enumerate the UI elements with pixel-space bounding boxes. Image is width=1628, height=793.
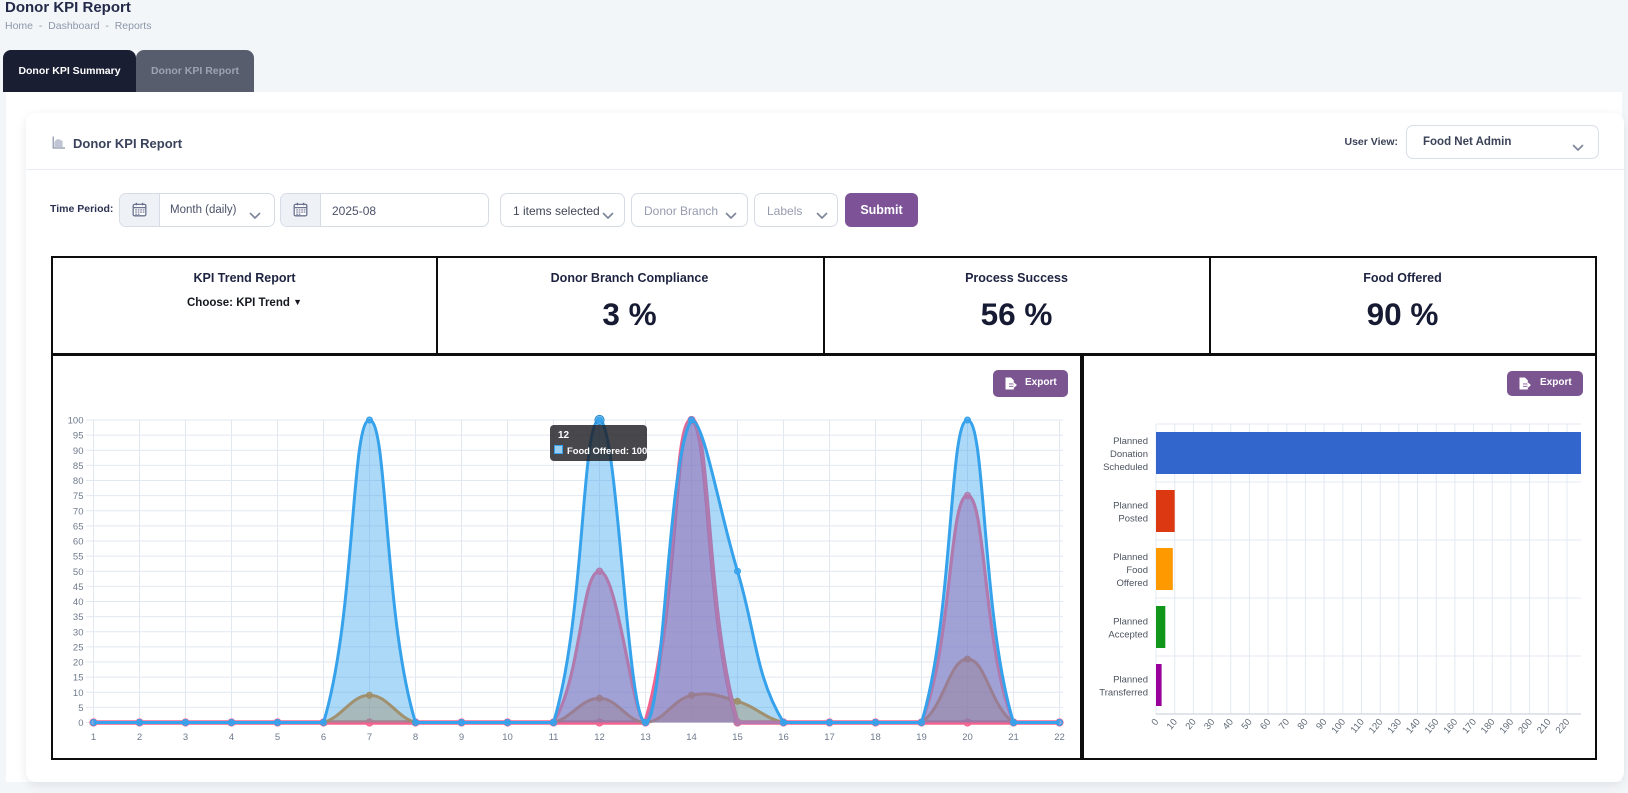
svg-text:12: 12 — [594, 732, 605, 743]
svg-text:30: 30 — [1202, 717, 1217, 732]
svg-text:220: 220 — [1554, 717, 1573, 736]
svg-text:20: 20 — [73, 658, 84, 669]
svg-text:90: 90 — [73, 446, 84, 457]
svg-text:150: 150 — [1423, 717, 1442, 736]
svg-text:80: 80 — [1295, 717, 1310, 732]
svg-text:0: 0 — [78, 718, 83, 729]
svg-text:Planned: Planned — [1113, 500, 1148, 511]
svg-text:13: 13 — [640, 732, 651, 743]
svg-text:45: 45 — [73, 582, 84, 593]
svg-text:18: 18 — [870, 732, 881, 743]
svg-text:9: 9 — [459, 732, 464, 743]
svg-text:8: 8 — [413, 732, 418, 743]
svg-text:14: 14 — [686, 732, 697, 743]
svg-text:95: 95 — [73, 431, 84, 442]
svg-text:75: 75 — [73, 491, 84, 502]
svg-text:1: 1 — [91, 732, 96, 743]
svg-text:60: 60 — [73, 537, 84, 548]
svg-text:Transferred: Transferred — [1099, 687, 1148, 698]
svg-text:50: 50 — [1239, 717, 1254, 732]
svg-text:55: 55 — [73, 552, 84, 563]
svg-text:90: 90 — [1314, 717, 1329, 732]
svg-text:100: 100 — [68, 416, 84, 427]
svg-text:180: 180 — [1479, 717, 1498, 736]
svg-text:Planned: Planned — [1113, 674, 1148, 685]
svg-text:Food: Food — [1126, 565, 1148, 576]
svg-text:35: 35 — [73, 612, 84, 623]
svg-text:7: 7 — [367, 732, 372, 743]
svg-text:16: 16 — [778, 732, 789, 743]
svg-text:3: 3 — [183, 732, 188, 743]
svg-text:6: 6 — [321, 732, 326, 743]
svg-text:4: 4 — [229, 732, 234, 743]
svg-text:15: 15 — [732, 732, 743, 743]
svg-text:15: 15 — [73, 673, 84, 684]
svg-text:10: 10 — [1165, 717, 1180, 732]
svg-text:70: 70 — [73, 506, 84, 517]
svg-text:Donation: Donation — [1110, 449, 1148, 460]
svg-text:70: 70 — [1277, 717, 1292, 732]
svg-text:2: 2 — [137, 732, 142, 743]
svg-text:11: 11 — [549, 732, 559, 743]
svg-text:60: 60 — [1258, 717, 1273, 732]
svg-text:140: 140 — [1404, 717, 1423, 736]
svg-text:25: 25 — [73, 643, 84, 654]
svg-text:Posted: Posted — [1118, 513, 1148, 524]
svg-text:Offered: Offered — [1116, 578, 1148, 589]
svg-text:80: 80 — [73, 476, 84, 487]
svg-text:100: 100 — [1329, 717, 1348, 736]
svg-text:20: 20 — [962, 732, 973, 743]
svg-text:170: 170 — [1460, 717, 1479, 736]
svg-text:Planned: Planned — [1113, 552, 1148, 563]
svg-text:120: 120 — [1367, 717, 1386, 736]
svg-text:10: 10 — [502, 732, 513, 743]
svg-text:19: 19 — [916, 732, 927, 743]
svg-text:50: 50 — [73, 567, 84, 578]
svg-text:Accepted: Accepted — [1108, 629, 1148, 640]
svg-text:20: 20 — [1183, 717, 1198, 732]
svg-text:85: 85 — [73, 461, 84, 472]
svg-text:210: 210 — [1535, 717, 1554, 736]
svg-text:65: 65 — [73, 522, 84, 533]
svg-text:5: 5 — [78, 703, 83, 714]
svg-text:200: 200 — [1516, 717, 1535, 736]
svg-text:160: 160 — [1442, 717, 1461, 736]
svg-text:Planned: Planned — [1113, 616, 1148, 627]
svg-text:40: 40 — [1221, 717, 1236, 732]
svg-text:190: 190 — [1498, 717, 1517, 736]
svg-text:40: 40 — [73, 597, 84, 608]
svg-text:17: 17 — [824, 732, 835, 743]
svg-text:0: 0 — [1149, 717, 1161, 728]
svg-text:Planned: Planned — [1113, 436, 1148, 447]
svg-text:110: 110 — [1349, 717, 1367, 736]
svg-text:130: 130 — [1385, 717, 1404, 736]
svg-text:30: 30 — [73, 627, 84, 638]
svg-text:5: 5 — [275, 732, 280, 743]
svg-text:Scheduled: Scheduled — [1103, 462, 1148, 473]
svg-text:21: 21 — [1008, 732, 1019, 743]
svg-text:22: 22 — [1054, 732, 1065, 743]
svg-text:10: 10 — [73, 688, 84, 699]
